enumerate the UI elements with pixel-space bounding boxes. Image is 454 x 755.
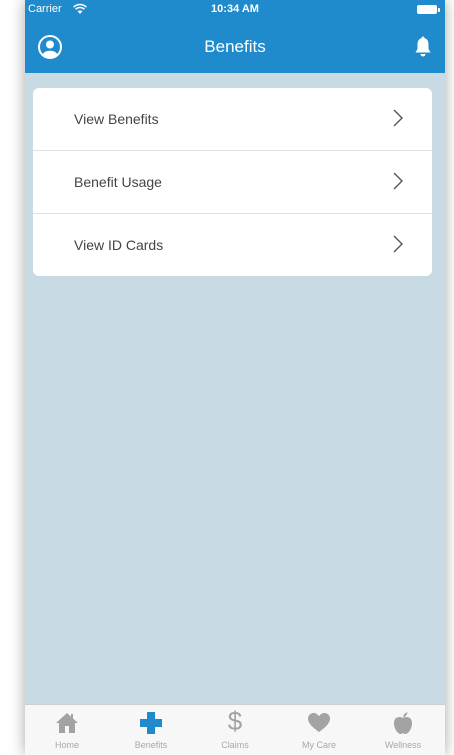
- chevron-right-icon: [393, 172, 403, 190]
- status-time: 10:34 AM: [211, 3, 259, 15]
- tab-home[interactable]: Home: [25, 705, 109, 755]
- tab-bar: Home Benefits $ Claims My Care Wellness: [25, 704, 445, 755]
- tab-label: Benefits: [134, 740, 168, 750]
- nav-bar: Benefits: [25, 20, 445, 73]
- heart-icon: [308, 713, 330, 732]
- benefit-usage-item[interactable]: Benefit Usage: [33, 151, 432, 214]
- page-title: Benefits: [204, 37, 266, 56]
- view-benefits-item[interactable]: View Benefits: [33, 88, 432, 151]
- benefits-menu: View Benefits Benefit Usage View ID Card…: [33, 88, 432, 276]
- menu-item-label: View ID Cards: [74, 237, 164, 253]
- tab-wellness[interactable]: Wellness: [361, 705, 445, 755]
- menu-item-label: View Benefits: [74, 111, 159, 127]
- view-id-cards-item[interactable]: View ID Cards: [33, 214, 432, 276]
- tab-label: My Care: [301, 740, 336, 750]
- tab-label: Home: [54, 740, 79, 750]
- chevron-right-icon: [393, 109, 403, 127]
- phone-screen: Carrier 10:34 AM Benefits View Benefits: [25, 0, 445, 755]
- tab-benefits[interactable]: Benefits: [109, 705, 193, 755]
- tab-label: Wellness: [384, 740, 422, 750]
- status-bar: Carrier 10:34 AM: [25, 0, 445, 20]
- menu-item-label: Benefit Usage: [74, 174, 162, 190]
- battery-icon: [417, 5, 440, 14]
- tab-my-care[interactable]: My Care: [277, 705, 361, 755]
- tab-claims[interactable]: $ Claims: [193, 705, 277, 755]
- cross-icon: [140, 712, 162, 734]
- bell-icon[interactable]: [414, 36, 432, 58]
- chevron-right-icon: [393, 235, 403, 253]
- dollar-icon: $: [227, 706, 243, 736]
- apple-icon: [394, 712, 412, 734]
- tab-label: Claims: [221, 740, 249, 750]
- home-icon: [56, 713, 78, 733]
